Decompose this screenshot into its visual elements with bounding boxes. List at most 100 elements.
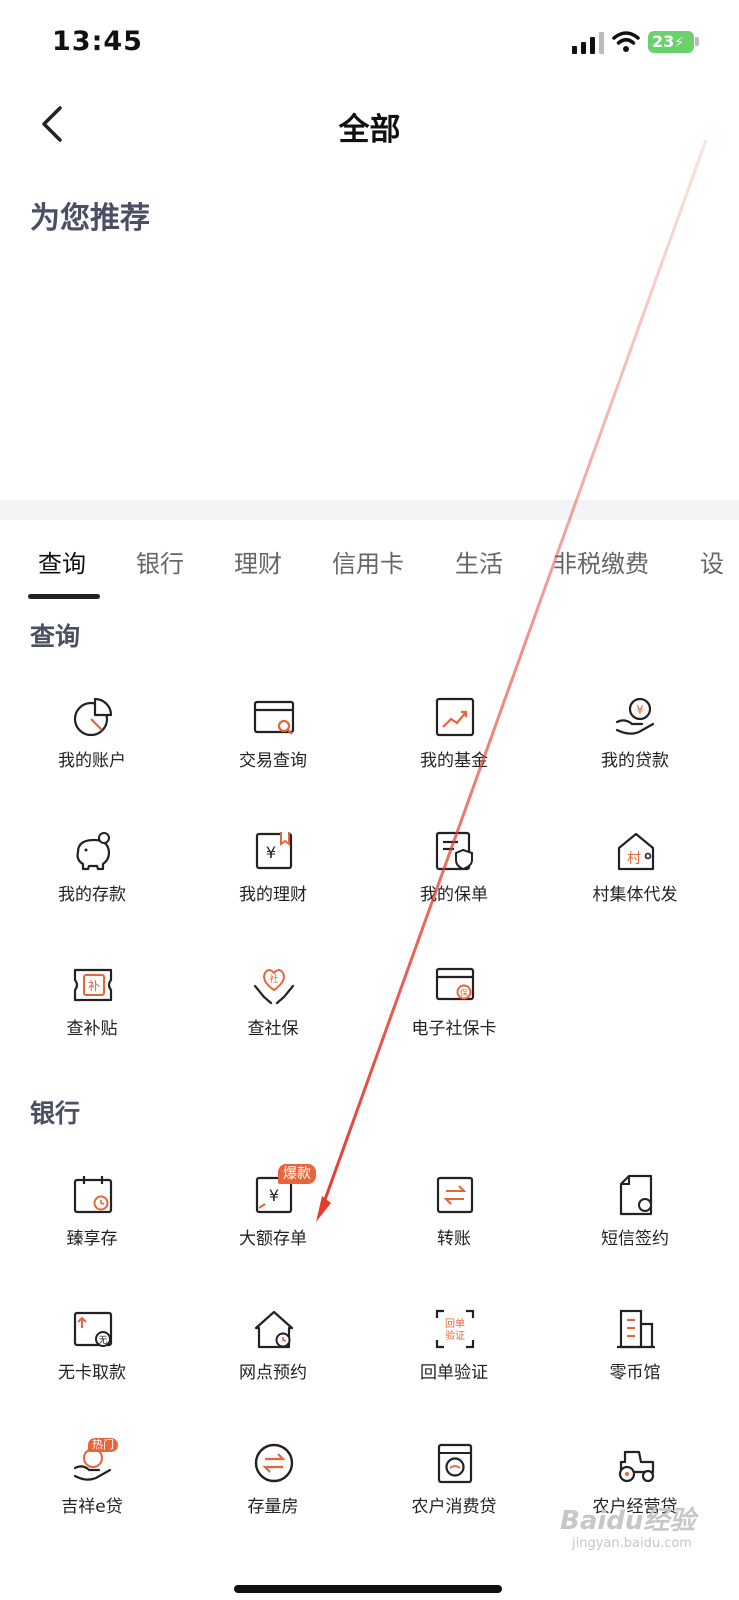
grid-item-my-wealth[interactable]: ¥ 我的理财 xyxy=(181,830,365,940)
grid-item-receipt-verification[interactable]: 回单 验证 回单验证 xyxy=(362,1308,546,1418)
grid-item-my-account[interactable]: 我的账户 xyxy=(0,696,184,806)
grid-label: 存量房 xyxy=(247,1497,299,1517)
trend-chart-icon xyxy=(435,697,475,737)
grid-label: 电子社保卡 xyxy=(411,1019,497,1039)
grid-label: 吉祥e贷 xyxy=(61,1497,123,1517)
grid-label: 我的贷款 xyxy=(601,751,669,771)
transfer-icon xyxy=(436,1176,474,1214)
tab-non-tax-payment[interactable]: 非税缴费 xyxy=(553,544,649,579)
grid-item-farmer-consumer-loan[interactable]: 农户消费贷 xyxy=(362,1442,546,1552)
svg-text:保: 保 xyxy=(460,988,468,998)
village-house-icon: 村 xyxy=(617,832,655,871)
grid-item-village-payroll[interactable]: 村 村集体代发 xyxy=(543,830,727,940)
subsidy-ticket-icon: 补 xyxy=(73,968,113,1002)
grid-label: 我的理财 xyxy=(239,885,307,905)
grid-label: 我的基金 xyxy=(420,751,488,771)
swap-circle-icon xyxy=(254,1443,294,1483)
grid-label: 查社保 xyxy=(247,1019,299,1039)
category-tabs: 查询 银行 理财 信用卡 生活 非税缴费 设 xyxy=(0,530,739,600)
grid-item-my-deposit[interactable]: 我的存款 xyxy=(0,830,184,940)
grid-label: 农户消费贷 xyxy=(411,1497,497,1517)
section-divider xyxy=(0,500,739,520)
page-title: 全部 xyxy=(338,112,401,148)
grid-label: 臻享存 xyxy=(66,1229,118,1249)
grid-item-transaction-query[interactable]: 交易查询 xyxy=(181,696,365,806)
grid-item-my-fund[interactable]: 我的基金 xyxy=(362,696,546,806)
grid-item-existing-housing[interactable]: 存量房 xyxy=(181,1442,365,1552)
tab-settings-partial[interactable]: 设 xyxy=(700,544,724,579)
card-search-icon xyxy=(253,700,295,735)
battery-icon: 23⚡ xyxy=(648,31,694,53)
svg-text:¥: ¥ xyxy=(636,703,644,717)
grid-label: 零币馆 xyxy=(609,1363,661,1383)
svg-text:社: 社 xyxy=(269,973,278,985)
nav-bar: 全部 xyxy=(0,90,739,160)
calendar-clock-icon xyxy=(73,1176,113,1214)
svg-text:¥: ¥ xyxy=(269,1186,279,1205)
battery-level: 23 xyxy=(652,32,675,51)
section-title-bank: 银行 xyxy=(30,1099,81,1128)
grid-label: 大额存单 xyxy=(239,1229,307,1249)
grid-item-cardless-withdrawal[interactable]: 无 无卡取款 xyxy=(0,1308,184,1418)
piggy-bank-icon xyxy=(76,832,111,871)
grid-label: 网点预约 xyxy=(239,1363,307,1383)
pie-chart-icon xyxy=(73,697,113,737)
home-indicator[interactable] xyxy=(234,1585,502,1593)
grid-item-large-deposit-certificate[interactable]: ¥ 爆款 大额存单 xyxy=(181,1164,365,1284)
grid-item-premium-deposit[interactable]: 臻享存 xyxy=(0,1174,184,1284)
grid-item-social-security-query[interactable]: 社 查社保 xyxy=(181,964,365,1074)
bookmark-yuan-icon: ¥ xyxy=(255,832,293,870)
cardless-withdraw-icon: 无 xyxy=(73,1311,113,1347)
building-icon xyxy=(617,1309,655,1349)
grid-label: 转账 xyxy=(437,1229,471,1249)
svg-text:¥: ¥ xyxy=(266,843,276,862)
tab-bank[interactable]: 银行 xyxy=(136,544,184,579)
grid-item-transfer[interactable]: 转账 xyxy=(362,1174,546,1284)
svg-text:无: 无 xyxy=(98,1335,107,1346)
social-security-heart-icon: 社 xyxy=(253,969,295,1005)
status-time: 13:45 xyxy=(52,26,143,57)
grid-label: 短信签约 xyxy=(601,1229,669,1249)
hot-badge: 热门 xyxy=(88,1438,118,1452)
tab-credit-card[interactable]: 信用卡 xyxy=(332,544,404,579)
washing-machine-icon xyxy=(437,1443,473,1484)
grid-label: 我的存款 xyxy=(58,885,126,905)
document-sms-icon xyxy=(619,1174,653,1216)
battery-tip xyxy=(695,37,699,46)
grid-label: 我的保单 xyxy=(420,885,488,905)
baidu-watermark: Baidu经验 xyxy=(560,1506,696,1536)
hot-badge: 爆款 xyxy=(278,1164,316,1184)
social-card-icon: 保 xyxy=(435,967,475,1001)
grid-label: 回单验证 xyxy=(420,1363,488,1383)
section-title-query: 查询 xyxy=(30,622,81,651)
grid-label: 村集体代发 xyxy=(592,885,678,905)
grid-item-subsidy-query[interactable]: 补 查补贴 xyxy=(0,964,184,1074)
hand-coin-icon: ¥ xyxy=(615,697,655,735)
policy-shield-icon xyxy=(435,831,473,871)
tab-life[interactable]: 生活 xyxy=(455,544,503,579)
tractor-icon xyxy=(618,1450,655,1483)
wifi-icon xyxy=(612,31,640,52)
tab-wealth[interactable]: 理财 xyxy=(234,544,282,579)
grid-item-coin-hall[interactable]: 零币馆 xyxy=(543,1308,727,1418)
grid-item-branch-appointment[interactable]: 网点预约 xyxy=(181,1308,365,1418)
grid-item-my-loan[interactable]: ¥ 我的贷款 xyxy=(543,696,727,806)
svg-text:村: 村 xyxy=(627,851,641,867)
grid-label: 无卡取款 xyxy=(58,1363,126,1383)
grid-item-my-policy[interactable]: 我的保单 xyxy=(362,830,546,940)
active-tab-indicator xyxy=(28,594,100,599)
grid-label: 我的账户 xyxy=(58,751,126,771)
svg-text:回单: 回单 xyxy=(445,1318,465,1330)
grid-label: 交易查询 xyxy=(239,751,307,771)
grid-label: 查补贴 xyxy=(66,1019,118,1039)
status-bar: 13:45 23⚡ xyxy=(0,0,739,90)
svg-text:补: 补 xyxy=(88,979,100,993)
recommend-section-title: 为您推荐 xyxy=(30,201,150,236)
grid-item-jixiang-e-loan[interactable]: 热门 吉祥e贷 xyxy=(0,1438,184,1552)
svg-text:验证: 验证 xyxy=(445,1329,465,1342)
baidu-watermark-url: jingyan.baidu.com xyxy=(572,1536,692,1551)
tab-query[interactable]: 查询 xyxy=(38,544,86,579)
grid-item-e-social-card[interactable]: 保 电子社保卡 xyxy=(362,964,546,1074)
grid-item-sms-signup[interactable]: 短信签约 xyxy=(543,1174,727,1284)
receipt-verify-icon: 回单 验证 xyxy=(435,1309,475,1349)
